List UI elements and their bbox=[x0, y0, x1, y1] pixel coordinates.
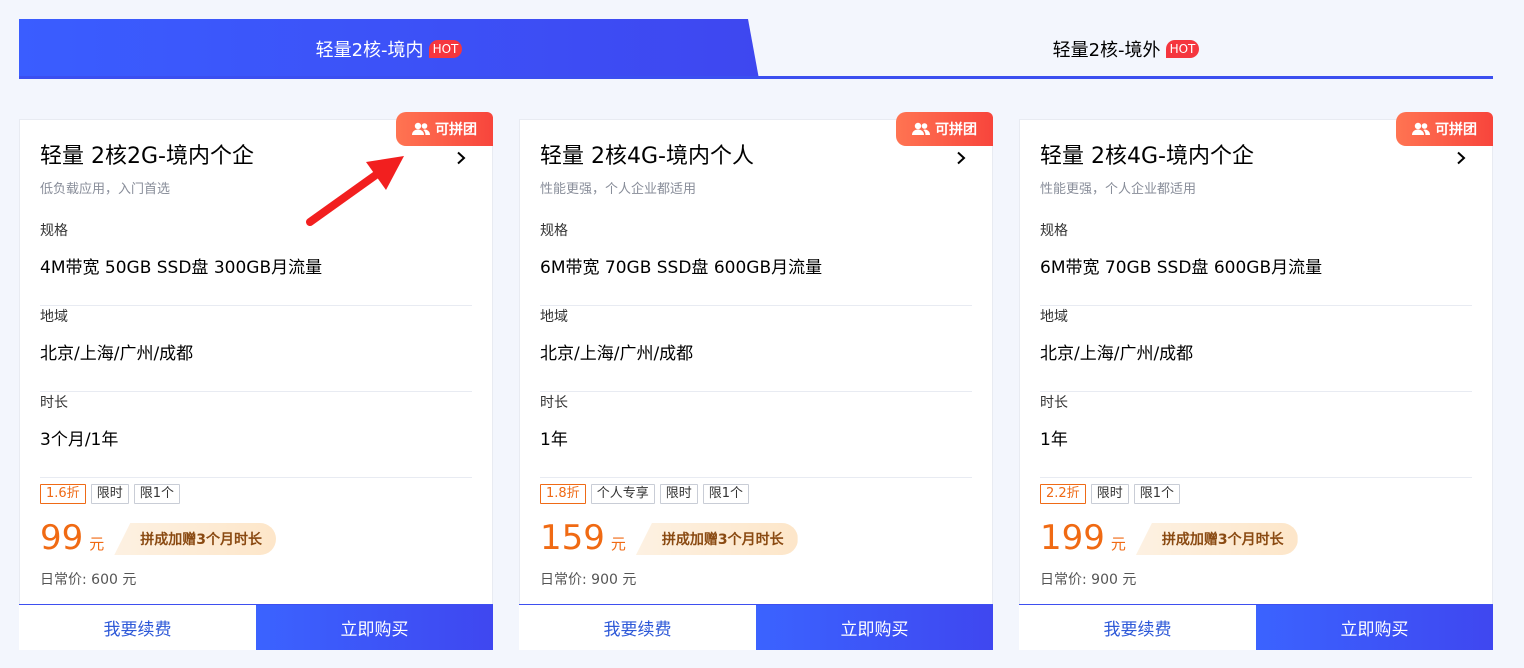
card-header[interactable]: 轻量 2核4G-境内个人 性能更强，个人企业都适用 bbox=[540, 142, 972, 202]
card-title: 轻量 2核4G-境内个人 bbox=[540, 144, 754, 169]
field-value: 3个月/1年 bbox=[40, 430, 119, 450]
field-value: 北京/上海/广州/成都 bbox=[1040, 344, 1194, 364]
region-field: 地域 北京/上海/广州/成都 bbox=[1040, 306, 1472, 392]
product-tabs: 轻量2核-境内 HOT 轻量2核-境外 HOT bbox=[19, 19, 1493, 79]
price: 199 bbox=[1040, 518, 1105, 558]
red-arrow-icon bbox=[306, 156, 404, 226]
promo-label: 拼成加赠3个月时长 bbox=[1135, 523, 1298, 555]
field-value: 北京/上海/广州/成都 bbox=[40, 344, 194, 364]
tab-overseas[interactable]: 轻量2核-境外 HOT bbox=[759, 19, 1493, 79]
field-label: 规格 bbox=[540, 223, 568, 239]
badge-label: 可拼团 bbox=[435, 122, 477, 138]
group-buy-badge: 可拼团 bbox=[896, 112, 993, 146]
card-header[interactable]: 轻量 2核4G-境内个企 性能更强，个人企业都适用 bbox=[1040, 142, 1472, 202]
group-buy-badge: 可拼团 bbox=[396, 112, 493, 146]
tag: 限1个 bbox=[702, 484, 749, 504]
spec-field: 规格 4M带宽 50GB SSD盘 300GB月流量 bbox=[40, 220, 472, 306]
field-label: 规格 bbox=[1040, 223, 1068, 239]
card-subtitle: 性能更强，个人企业都适用 bbox=[540, 182, 697, 197]
buy-now-button[interactable]: 立即购买 bbox=[1256, 605, 1493, 650]
buy-now-button[interactable]: 立即购买 bbox=[756, 605, 993, 650]
promo-label: 拼成加赠3个月时长 bbox=[635, 523, 798, 555]
product-card: 可拼团 轻量 2核2G-境内个企 低负载应用，入门首选 规格 4M带宽 50GB… bbox=[19, 112, 493, 650]
tab-label: 轻量2核-境外 bbox=[1052, 40, 1161, 61]
tag: 限时 bbox=[1090, 484, 1129, 504]
price-unit: 元 bbox=[610, 535, 626, 553]
discount-tag: 1.6折 bbox=[40, 484, 86, 504]
price-row: 99 元 拼成加赠3个月时长 bbox=[40, 518, 277, 558]
discount-tag: 2.2折 bbox=[1040, 484, 1086, 504]
spec-field: 规格 6M带宽 70GB SSD盘 600GB月流量 bbox=[1040, 220, 1472, 306]
tag: 限时 bbox=[659, 484, 698, 504]
card-title: 轻量 2核4G-境内个企 bbox=[1040, 144, 1254, 169]
field-label: 时长 bbox=[40, 395, 68, 411]
price: 159 bbox=[540, 518, 605, 558]
chevron-right-icon[interactable] bbox=[454, 151, 468, 165]
discount-tag: 1.8折 bbox=[540, 484, 586, 504]
field-label: 时长 bbox=[540, 395, 568, 411]
field-value: 北京/上海/广州/成都 bbox=[540, 344, 694, 364]
product-card: 可拼团 轻量 2核4G-境内个企 性能更强，个人企业都适用 规格 6M带宽 70… bbox=[1019, 112, 1493, 650]
tag-list: 1.6折 限时 限1个 bbox=[40, 484, 180, 504]
tag: 限1个 bbox=[133, 484, 180, 504]
tab-label: 轻量2核-境内 bbox=[315, 40, 424, 61]
tag: 限时 bbox=[90, 484, 129, 504]
duration-field: 时长 1年 bbox=[1040, 392, 1472, 478]
product-card: 可拼团 轻量 2核4G-境内个人 性能更强，个人企业都适用 规格 6M带宽 70… bbox=[519, 112, 993, 650]
field-label: 时长 bbox=[1040, 395, 1068, 411]
price-row: 199 元 拼成加赠3个月时长 bbox=[1040, 518, 1298, 558]
card-actions: 我要续费 立即购买 bbox=[1019, 604, 1493, 650]
buy-now-button[interactable]: 立即购买 bbox=[256, 605, 493, 650]
card-actions: 我要续费 立即购买 bbox=[19, 604, 493, 650]
tab-domestic[interactable]: 轻量2核-境内 HOT bbox=[19, 19, 759, 79]
field-label: 地域 bbox=[540, 309, 568, 325]
original-price: 日常价: 600 元 bbox=[40, 572, 137, 588]
field-label: 地域 bbox=[40, 309, 68, 325]
field-label: 规格 bbox=[40, 223, 68, 239]
renew-button[interactable]: 我要续费 bbox=[19, 605, 256, 650]
users-icon bbox=[1412, 122, 1430, 135]
promo-label: 拼成加赠3个月时长 bbox=[114, 523, 277, 555]
card-subtitle: 性能更强，个人企业都适用 bbox=[1040, 182, 1197, 197]
price-row: 159 元 拼成加赠3个月时长 bbox=[540, 518, 798, 558]
tag-list: 2.2折 限时 限1个 bbox=[1040, 484, 1180, 504]
users-icon bbox=[912, 122, 930, 135]
tag-list: 1.8折 个人专享 限时 限1个 bbox=[540, 484, 749, 504]
group-buy-badge: 可拼团 bbox=[1396, 112, 1493, 146]
price-unit: 元 bbox=[89, 535, 105, 553]
field-value: 4M带宽 50GB SSD盘 300GB月流量 bbox=[40, 258, 323, 278]
duration-field: 时长 3个月/1年 bbox=[40, 392, 472, 478]
tag: 个人专享 bbox=[590, 484, 655, 504]
original-price: 日常价: 900 元 bbox=[540, 572, 637, 588]
field-value: 6M带宽 70GB SSD盘 600GB月流量 bbox=[1040, 258, 1323, 278]
chevron-right-icon[interactable] bbox=[1454, 151, 1468, 165]
renew-button[interactable]: 我要续费 bbox=[1019, 605, 1256, 650]
field-value: 6M带宽 70GB SSD盘 600GB月流量 bbox=[540, 258, 823, 278]
card-actions: 我要续费 立即购买 bbox=[519, 604, 993, 650]
region-field: 地域 北京/上海/广州/成都 bbox=[540, 306, 972, 392]
original-price: 日常价: 900 元 bbox=[1040, 572, 1137, 588]
tag: 限1个 bbox=[1133, 484, 1180, 504]
users-icon bbox=[412, 122, 430, 135]
price-unit: 元 bbox=[1110, 535, 1126, 553]
hot-badge: HOT bbox=[1165, 40, 1200, 58]
field-value: 1年 bbox=[540, 430, 568, 450]
field-value: 1年 bbox=[1040, 430, 1068, 450]
duration-field: 时长 1年 bbox=[540, 392, 972, 478]
hot-badge: HOT bbox=[428, 40, 463, 58]
renew-button[interactable]: 我要续费 bbox=[519, 605, 756, 650]
chevron-right-icon[interactable] bbox=[954, 151, 968, 165]
field-label: 地域 bbox=[1040, 309, 1068, 325]
badge-label: 可拼团 bbox=[1435, 122, 1477, 138]
region-field: 地域 北京/上海/广州/成都 bbox=[40, 306, 472, 392]
badge-label: 可拼团 bbox=[935, 122, 977, 138]
tab-underline bbox=[19, 76, 1493, 79]
price: 99 bbox=[40, 518, 84, 558]
spec-field: 规格 6M带宽 70GB SSD盘 600GB月流量 bbox=[540, 220, 972, 306]
